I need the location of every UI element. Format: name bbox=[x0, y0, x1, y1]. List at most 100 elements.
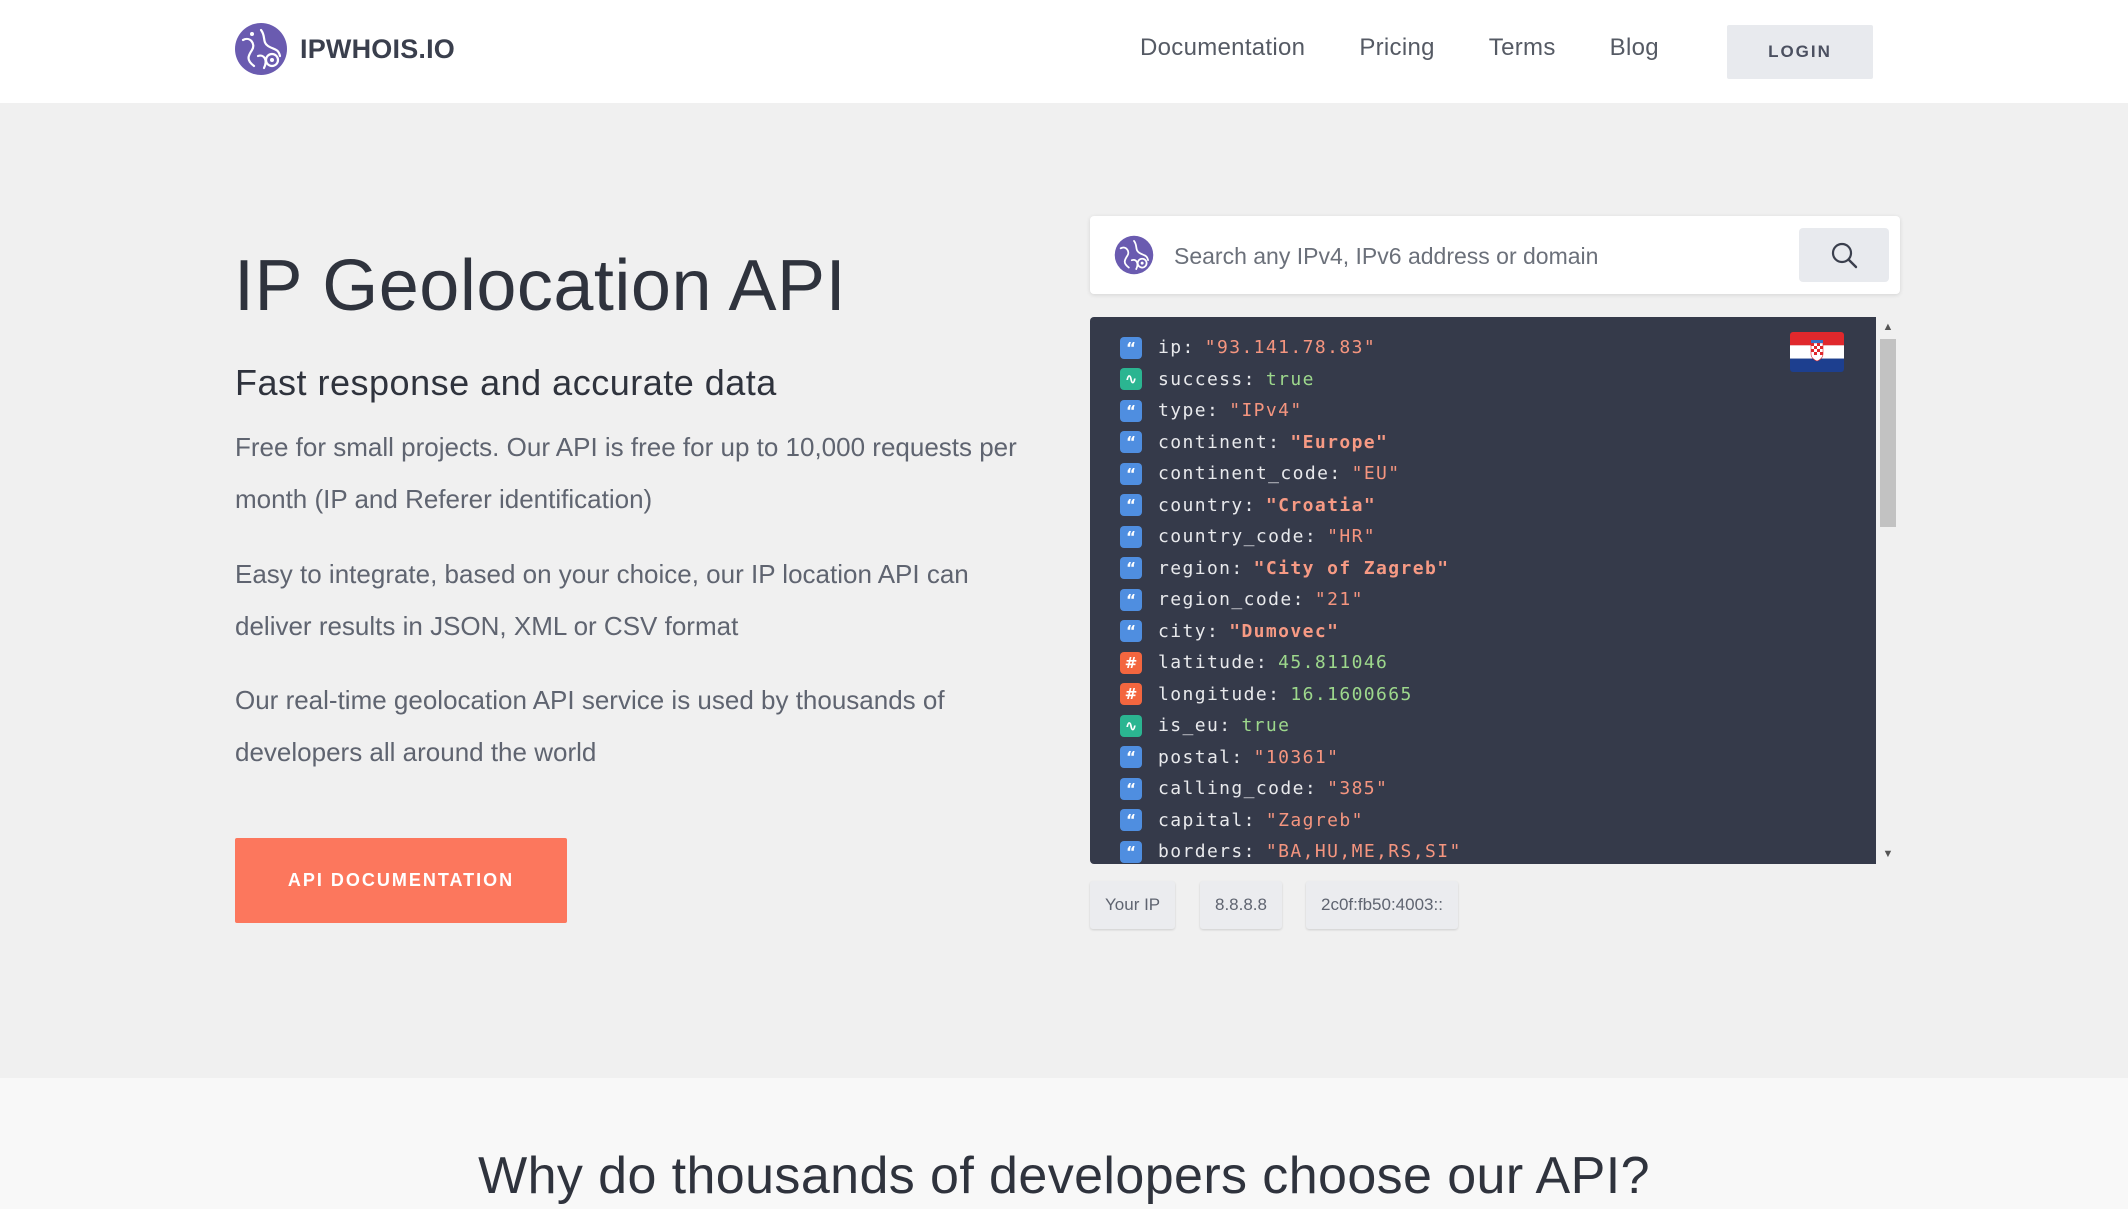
result-key: is_eu bbox=[1158, 715, 1220, 737]
globe-logo-icon bbox=[1114, 235, 1154, 275]
hash-icon: # bbox=[1120, 651, 1142, 674]
result-row-continent-code: “continent_code: "EU" bbox=[1120, 458, 1462, 490]
why-section: Why do thousands of developers choose ou… bbox=[0, 1078, 2128, 1209]
scrollbar-thumb[interactable] bbox=[1880, 339, 1896, 527]
quick-ip-google-dns[interactable]: 8.8.8.8 bbox=[1200, 881, 1282, 929]
result-field-list: “ip: "93.141.78.83" ∿ success: true “type: "IP… bbox=[1120, 332, 1462, 864]
result-key: latitude bbox=[1158, 652, 1256, 674]
result-value: "City of Zagreb" bbox=[1253, 557, 1450, 579]
result-key: calling_code bbox=[1158, 778, 1305, 800]
page-title: IP Geolocation API bbox=[234, 246, 847, 326]
result-value: "BA,HU,ME,RS,SI" bbox=[1265, 841, 1462, 863]
result-scrollbar[interactable]: ▲ ▼ bbox=[1876, 317, 1900, 864]
result-value: 16.1600665 bbox=[1290, 683, 1413, 705]
result-row-success: ∿ success: true bbox=[1120, 364, 1462, 396]
result-value: "93.141.78.83" bbox=[1204, 337, 1377, 359]
result-key: continent_code bbox=[1158, 463, 1330, 485]
result-row-latitude: # latitude:45.811046 bbox=[1120, 647, 1462, 679]
result-value: "HR" bbox=[1327, 526, 1377, 548]
result-row-is-eu: ∿ is_eu: true bbox=[1120, 710, 1462, 742]
quote-icon: “ bbox=[1120, 431, 1142, 454]
nav-documentation[interactable]: Documentation bbox=[1140, 34, 1305, 62]
result-value: 45.811046 bbox=[1278, 652, 1389, 674]
site-header: IPWHOIS.IO Documentation Pricing Terms B… bbox=[0, 0, 2128, 103]
result-key: longitude bbox=[1158, 683, 1269, 705]
quick-ip-ipv6[interactable]: 2c0f:fb50:4003:: bbox=[1306, 881, 1458, 929]
nav-pricing[interactable]: Pricing bbox=[1359, 34, 1434, 62]
nav-terms[interactable]: Terms bbox=[1489, 34, 1556, 62]
result-key: capital bbox=[1158, 809, 1244, 831]
search-bar bbox=[1090, 216, 1900, 294]
result-key: region bbox=[1158, 557, 1232, 579]
logo-text: IPWHOIS.IO bbox=[300, 33, 456, 64]
result-row-borders: “borders: "BA,HU,ME,RS,SI" bbox=[1120, 836, 1462, 864]
result-json-viewer: “ip: "93.141.78.83" ∿ success: true “type: "IP… bbox=[1090, 317, 1876, 864]
result-value: true bbox=[1241, 715, 1291, 737]
result-key: postal bbox=[1158, 746, 1232, 768]
result-row-country: “country: "Croatia" bbox=[1120, 490, 1462, 522]
hash-icon: # bbox=[1120, 683, 1142, 706]
scroll-up-arrow-icon[interactable]: ▲ bbox=[1876, 317, 1900, 337]
globe-logo-icon bbox=[235, 23, 287, 75]
logo-link[interactable]: IPWHOIS.IO bbox=[234, 22, 455, 76]
quote-icon: “ bbox=[1120, 399, 1142, 422]
result-row-capital: “capital: "Zagreb" bbox=[1120, 805, 1462, 837]
result-value: "IPv4" bbox=[1229, 400, 1303, 422]
quote-icon: “ bbox=[1120, 809, 1142, 832]
quote-icon: “ bbox=[1120, 462, 1142, 485]
search-icon bbox=[1831, 242, 1858, 269]
quote-icon: “ bbox=[1120, 336, 1142, 359]
quote-icon: “ bbox=[1120, 777, 1142, 800]
result-row-longitude: # longitude:16.1600665 bbox=[1120, 679, 1462, 711]
result-value: "Croatia" bbox=[1265, 494, 1377, 516]
result-row-country-code: “country_code: "HR" bbox=[1120, 521, 1462, 553]
croatia-flag-icon bbox=[1790, 332, 1844, 372]
result-value: "Dumovec" bbox=[1229, 620, 1340, 642]
quick-ip-your-ip[interactable]: Your IP bbox=[1090, 881, 1176, 929]
quote-icon: “ bbox=[1120, 525, 1142, 548]
login-button[interactable]: LOGIN bbox=[1727, 25, 1873, 79]
result-key: country_code bbox=[1158, 526, 1305, 548]
result-key: success bbox=[1158, 368, 1244, 390]
result-row-region-code: “region_code: "21" bbox=[1120, 584, 1462, 616]
result-key: city bbox=[1158, 620, 1207, 642]
result-key: continent bbox=[1158, 431, 1269, 453]
main-nav: Documentation Pricing Terms Blog bbox=[1140, 34, 1713, 62]
result-value: "21" bbox=[1314, 589, 1364, 611]
result-value: "385" bbox=[1327, 778, 1389, 800]
quote-icon: “ bbox=[1120, 588, 1142, 611]
hero-paragraph-free: Free for small projects. Our API is free… bbox=[235, 432, 1017, 514]
hero-subtitle: Fast response and accurate data bbox=[235, 362, 777, 403]
api-documentation-button[interactable]: API DOCUMENTATION bbox=[235, 838, 567, 923]
result-row-region: “region: "City of Zagreb" bbox=[1120, 553, 1462, 585]
result-row-calling-code: “calling_code: "385" bbox=[1120, 773, 1462, 805]
result-value: true bbox=[1265, 368, 1315, 390]
search-input[interactable] bbox=[1172, 230, 1876, 282]
quote-icon: “ bbox=[1120, 557, 1142, 580]
nav-blog[interactable]: Blog bbox=[1610, 34, 1659, 62]
result-row-ip: “ip: "93.141.78.83" bbox=[1120, 332, 1462, 364]
result-key: ip bbox=[1158, 337, 1183, 359]
result-key: type bbox=[1158, 400, 1207, 422]
result-row-type: “type: "IPv4" bbox=[1120, 395, 1462, 427]
search-button[interactable] bbox=[1799, 228, 1889, 282]
result-key: borders bbox=[1158, 841, 1244, 863]
quote-icon: “ bbox=[1120, 746, 1142, 769]
result-row-city: “city: "Dumovec" bbox=[1120, 616, 1462, 648]
result-key: region_code bbox=[1158, 589, 1293, 611]
quote-icon: “ bbox=[1120, 840, 1142, 863]
result-value: "EU" bbox=[1351, 463, 1401, 485]
boolean-icon: ∿ bbox=[1120, 714, 1142, 737]
result-value: "10361" bbox=[1253, 746, 1340, 768]
scroll-down-arrow-icon[interactable]: ▼ bbox=[1876, 844, 1900, 864]
result-value: "Europe" bbox=[1290, 431, 1389, 453]
result-value: "Zagreb" bbox=[1265, 809, 1364, 831]
hero-paragraph-integrate: Easy to integrate, based on your choice,… bbox=[235, 559, 969, 641]
quote-icon: “ bbox=[1120, 494, 1142, 517]
why-section-title: Why do thousands of developers choose ou… bbox=[478, 1147, 1650, 1205]
hero-paragraph-realtime: Our real-time geolocation API service is… bbox=[235, 685, 945, 767]
result-row-continent: “continent: "Europe" bbox=[1120, 427, 1462, 459]
result-row-postal: “postal: "10361" bbox=[1120, 742, 1462, 774]
boolean-icon: ∿ bbox=[1120, 368, 1142, 391]
quote-icon: “ bbox=[1120, 620, 1142, 643]
